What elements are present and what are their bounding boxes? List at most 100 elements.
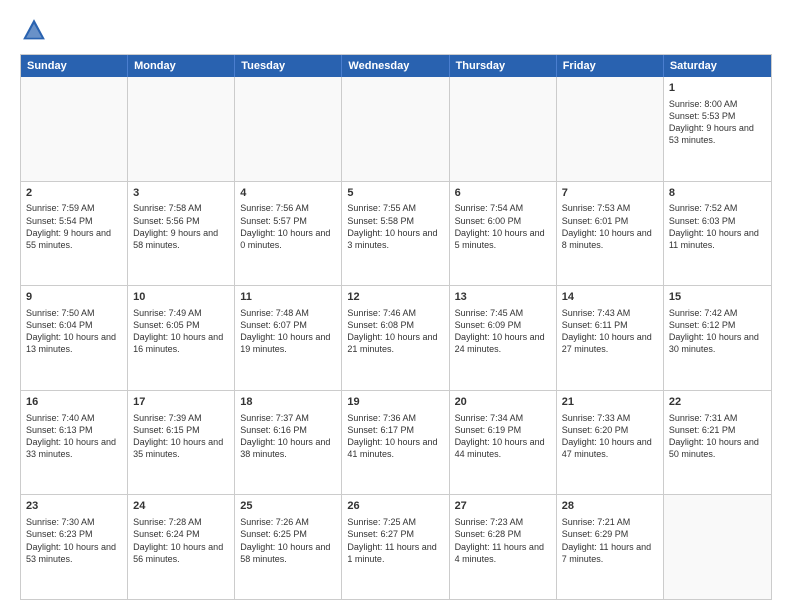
calendar-cell: 19 Sunrise: 7:36 AMSunset: 6:17 PMDayligh…: [342, 391, 449, 495]
cell-info: Sunrise: 7:39 AMSunset: 6:15 PMDaylight:…: [133, 412, 229, 461]
calendar-cell: 2Sunrise: 7:59 AMSunset: 5:54 PMDaylight…: [21, 182, 128, 286]
calendar-cell: 22Sunrise: 7:31 AMSunset: 6:21 PMDayligh…: [664, 391, 771, 495]
cell-info: Sunrise: 7:40 AMSunset: 6:13 PMDaylight:…: [26, 412, 122, 461]
cell-info: Sunrise: 7:43 AMSunset: 6:11 PMDaylight:…: [562, 307, 658, 356]
calendar-cell: 27Sunrise: 7:23 AMSunset: 6:28 PMDayligh…: [450, 495, 557, 599]
day-number: 15: [669, 290, 766, 305]
day-number: 25: [240, 499, 336, 514]
calendar-cell: 1 Sunrise: 8:00 AMSunset: 5:53 PMDaylight…: [664, 77, 771, 181]
calendar-cell: [664, 495, 771, 599]
calendar-row-2: 9 Sunrise: 7:50 AMSunset: 6:04 PMDaylight…: [21, 285, 771, 390]
calendar-cell: 6Sunrise: 7:54 AMSunset: 6:00 PMDaylight…: [450, 182, 557, 286]
day-number: 18: [240, 395, 336, 410]
day-number: 3: [133, 186, 229, 201]
cell-info: Sunrise: 7:26 AMSunset: 6:25 PMDaylight:…: [240, 516, 336, 565]
calendar-header: SundayMondayTuesdayWednesdayThursdayFrid…: [21, 55, 771, 77]
day-number: 27: [455, 499, 551, 514]
cell-info: Sunrise: 7:42 AMSunset: 6:12 PMDaylight:…: [669, 307, 766, 356]
cell-info: Sunrise: 7:28 AMSunset: 6:24 PMDaylight:…: [133, 516, 229, 565]
day-number: 23: [26, 499, 122, 514]
day-number: 8: [669, 186, 766, 201]
cell-info: Sunrise: 7:56 AMSunset: 5:57 PMDaylight:…: [240, 202, 336, 251]
cell-info: Sunrise: 7:48 AMSunset: 6:07 PMDaylight:…: [240, 307, 336, 356]
day-number: 14: [562, 290, 658, 305]
calendar-row-1: 2Sunrise: 7:59 AMSunset: 5:54 PMDaylight…: [21, 181, 771, 286]
cell-info: Sunrise: 7:33 AMSunset: 6:20 PMDaylight:…: [562, 412, 658, 461]
calendar-cell: [235, 77, 342, 181]
day-number: 5: [347, 186, 443, 201]
calendar-cell: 17 Sunrise: 7:39 AMSunset: 6:15 PMDayligh…: [128, 391, 235, 495]
day-number: 21: [562, 395, 658, 410]
cell-info: Sunrise: 7:53 AMSunset: 6:01 PMDaylight:…: [562, 202, 658, 251]
day-number: 16: [26, 395, 122, 410]
calendar-cell: [450, 77, 557, 181]
cell-info: Sunrise: 7:25 AMSunset: 6:27 PMDaylight:…: [347, 516, 443, 565]
calendar-cell: 18 Sunrise: 7:37 AMSunset: 6:16 PMDayligh…: [235, 391, 342, 495]
weekday-header-sunday: Sunday: [21, 55, 128, 77]
weekday-header-friday: Friday: [557, 55, 664, 77]
calendar-row-4: 23 Sunrise: 7:30 AMSunset: 6:23 PMDayligh…: [21, 494, 771, 599]
calendar-body: 1 Sunrise: 8:00 AMSunset: 5:53 PMDaylight…: [21, 77, 771, 599]
calendar-cell: 14 Sunrise: 7:43 AMSunset: 6:11 PMDayligh…: [557, 286, 664, 390]
calendar: SundayMondayTuesdayWednesdayThursdayFrid…: [20, 54, 772, 600]
cell-info: Sunrise: 7:50 AMSunset: 6:04 PMDaylight:…: [26, 307, 122, 356]
day-number: 17: [133, 395, 229, 410]
logo: [20, 16, 52, 44]
calendar-cell: 3Sunrise: 7:58 AMSunset: 5:56 PMDaylight…: [128, 182, 235, 286]
cell-info: Sunrise: 7:36 AMSunset: 6:17 PMDaylight:…: [347, 412, 443, 461]
cell-info: Sunrise: 7:30 AMSunset: 6:23 PMDaylight:…: [26, 516, 122, 565]
day-number: 20: [455, 395, 551, 410]
calendar-row-0: 1 Sunrise: 8:00 AMSunset: 5:53 PMDaylight…: [21, 77, 771, 181]
day-number: 13: [455, 290, 551, 305]
calendar-cell: [342, 77, 449, 181]
calendar-cell: 8Sunrise: 7:52 AMSunset: 6:03 PMDaylight…: [664, 182, 771, 286]
calendar-cell: 28Sunrise: 7:21 AMSunset: 6:29 PMDayligh…: [557, 495, 664, 599]
day-number: 7: [562, 186, 658, 201]
header: [20, 16, 772, 44]
calendar-row-3: 16 Sunrise: 7:40 AMSunset: 6:13 PMDayligh…: [21, 390, 771, 495]
cell-info: Sunrise: 7:55 AMSunset: 5:58 PMDaylight:…: [347, 202, 443, 251]
day-number: 9: [26, 290, 122, 305]
cell-info: Sunrise: 7:31 AMSunset: 6:21 PMDaylight:…: [669, 412, 766, 461]
calendar-cell: 13 Sunrise: 7:45 AMSunset: 6:09 PMDayligh…: [450, 286, 557, 390]
cell-info: Sunrise: 7:46 AMSunset: 6:08 PMDaylight:…: [347, 307, 443, 356]
calendar-cell: 9 Sunrise: 7:50 AMSunset: 6:04 PMDaylight…: [21, 286, 128, 390]
weekday-header-thursday: Thursday: [450, 55, 557, 77]
cell-info: Sunrise: 7:37 AMSunset: 6:16 PMDaylight:…: [240, 412, 336, 461]
calendar-cell: 12 Sunrise: 7:46 AMSunset: 6:08 PMDayligh…: [342, 286, 449, 390]
calendar-cell: 4Sunrise: 7:56 AMSunset: 5:57 PMDaylight…: [235, 182, 342, 286]
day-number: 4: [240, 186, 336, 201]
day-number: 12: [347, 290, 443, 305]
cell-info: Sunrise: 8:00 AMSunset: 5:53 PMDaylight:…: [669, 98, 766, 147]
day-number: 11: [240, 290, 336, 305]
calendar-cell: 23 Sunrise: 7:30 AMSunset: 6:23 PMDayligh…: [21, 495, 128, 599]
cell-info: Sunrise: 7:34 AMSunset: 6:19 PMDaylight:…: [455, 412, 551, 461]
day-number: 10: [133, 290, 229, 305]
day-number: 28: [562, 499, 658, 514]
cell-info: Sunrise: 7:58 AMSunset: 5:56 PMDaylight:…: [133, 202, 229, 251]
weekday-header-saturday: Saturday: [664, 55, 771, 77]
calendar-cell: 20 Sunrise: 7:34 AMSunset: 6:19 PMDayligh…: [450, 391, 557, 495]
calendar-cell: 24 Sunrise: 7:28 AMSunset: 6:24 PMDayligh…: [128, 495, 235, 599]
day-number: 1: [669, 81, 766, 96]
weekday-header-wednesday: Wednesday: [342, 55, 449, 77]
calendar-cell: 7Sunrise: 7:53 AMSunset: 6:01 PMDaylight…: [557, 182, 664, 286]
calendar-cell: [557, 77, 664, 181]
calendar-cell: 10 Sunrise: 7:49 AMSunset: 6:05 PMDayligh…: [128, 286, 235, 390]
day-number: 2: [26, 186, 122, 201]
calendar-cell: [21, 77, 128, 181]
weekday-header-tuesday: Tuesday: [235, 55, 342, 77]
calendar-cell: 15 Sunrise: 7:42 AMSunset: 6:12 PMDayligh…: [664, 286, 771, 390]
weekday-header-monday: Monday: [128, 55, 235, 77]
cell-info: Sunrise: 7:52 AMSunset: 6:03 PMDaylight:…: [669, 202, 766, 251]
page: SundayMondayTuesdayWednesdayThursdayFrid…: [0, 0, 792, 612]
day-number: 26: [347, 499, 443, 514]
cell-info: Sunrise: 7:59 AMSunset: 5:54 PMDaylight:…: [26, 202, 122, 251]
cell-info: Sunrise: 7:45 AMSunset: 6:09 PMDaylight:…: [455, 307, 551, 356]
cell-info: Sunrise: 7:49 AMSunset: 6:05 PMDaylight:…: [133, 307, 229, 356]
day-number: 24: [133, 499, 229, 514]
day-number: 19: [347, 395, 443, 410]
logo-icon: [20, 16, 48, 44]
calendar-cell: 25 Sunrise: 7:26 AMSunset: 6:25 PMDayligh…: [235, 495, 342, 599]
calendar-cell: [128, 77, 235, 181]
